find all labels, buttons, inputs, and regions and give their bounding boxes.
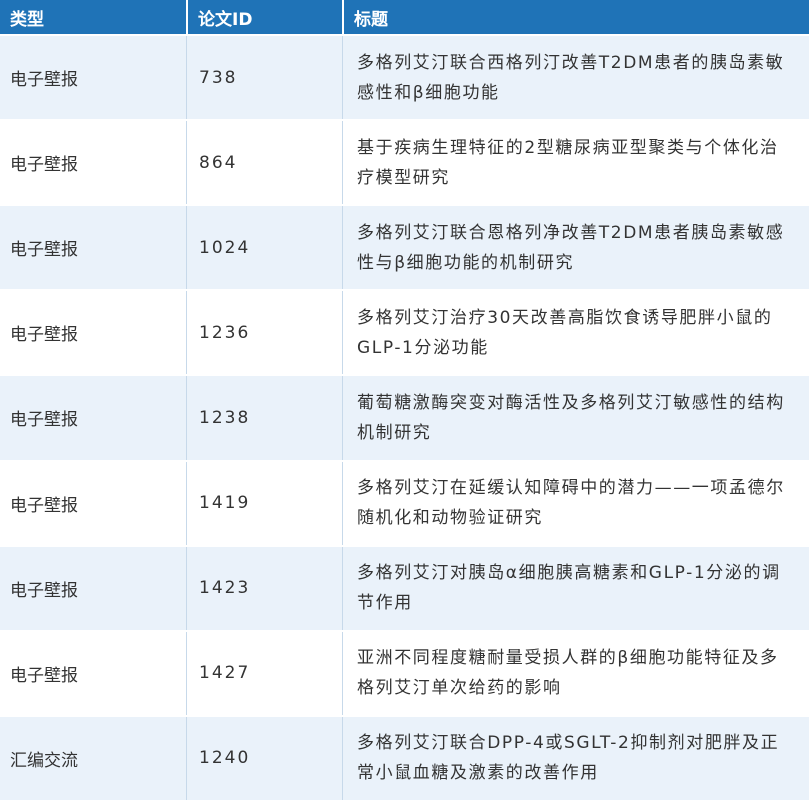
table-row: 电子壁报 1238 葡萄糖激酶突变对酶活性及多格列艾汀敏感性的结构机制研究 bbox=[0, 374, 809, 460]
table-row: 汇编交流 1240 多格列艾汀联合DPP-4或SGLT-2抑制剂对肥胖及正常小鼠… bbox=[0, 714, 809, 800]
cell-type: 电子壁报 bbox=[10, 155, 78, 176]
cell-type: 电子壁报 bbox=[10, 410, 78, 431]
cell-paper-id: 864 bbox=[186, 121, 342, 205]
cell-paper-id: 1240 bbox=[186, 716, 342, 800]
cell-title: 多格列艾汀治疗30天改善高脂饮食诱导肥胖小鼠的GLP-1分泌功能 bbox=[342, 291, 809, 375]
cell-title: 多格列艾汀联合恩格列净改善T2DM患者胰岛素敏感性与β细胞功能的机制研究 bbox=[342, 206, 809, 290]
header-paper-id: 论文ID bbox=[186, 0, 342, 34]
cell-title: 基于疾病生理特征的2型糖尿病亚型聚类与个体化治疗模型研究 bbox=[342, 121, 809, 205]
table-row: 电子壁报 1236 多格列艾汀治疗30天改善高脂饮食诱导肥胖小鼠的GLP-1分泌… bbox=[0, 289, 809, 375]
cell-type: 电子壁报 bbox=[10, 665, 78, 686]
cell-paper-id: 1423 bbox=[186, 546, 342, 630]
cell-type: 电子壁报 bbox=[10, 495, 78, 516]
table-row: 电子壁报 738 多格列艾汀联合西格列汀改善T2DM患者的胰岛素敏感性和β细胞功… bbox=[0, 34, 809, 120]
cell-type: 电子壁报 bbox=[10, 325, 78, 346]
table-row: 电子壁报 864 基于疾病生理特征的2型糖尿病亚型聚类与个体化治疗模型研究 bbox=[0, 119, 809, 205]
cell-title: 多格列艾汀联合西格列汀改善T2DM患者的胰岛素敏感性和β细胞功能 bbox=[342, 36, 809, 120]
cell-title: 亚洲不同程度糖耐量受损人群的β细胞功能特征及多格列艾汀单次给药的影响 bbox=[342, 631, 809, 715]
cell-paper-id: 738 bbox=[186, 36, 342, 120]
table-row: 电子壁报 1423 多格列艾汀对胰岛α细胞胰高糖素和GLP-1分泌的调节作用 bbox=[0, 544, 809, 630]
cell-paper-id: 1024 bbox=[186, 206, 342, 290]
cell-type: 电子壁报 bbox=[10, 70, 78, 91]
cell-paper-id: 1419 bbox=[186, 461, 342, 545]
table-row: 电子壁报 1419 多格列艾汀在延缓认知障碍中的潜力——一项孟德尔随机化和动物验… bbox=[0, 459, 809, 545]
cell-title: 多格列艾汀在延缓认知障碍中的潜力——一项孟德尔随机化和动物验证研究 bbox=[342, 461, 809, 545]
table-body: 电子壁报 738 多格列艾汀联合西格列汀改善T2DM患者的胰岛素敏感性和β细胞功… bbox=[0, 34, 809, 800]
cell-type: 电子壁报 bbox=[10, 580, 78, 601]
cell-title: 多格列艾汀联合DPP-4或SGLT-2抑制剂对肥胖及正常小鼠血糖及激素的改善作用 bbox=[342, 716, 809, 800]
cell-title: 葡萄糖激酶突变对酶活性及多格列艾汀敏感性的结构机制研究 bbox=[342, 376, 809, 460]
cell-title: 多格列艾汀对胰岛α细胞胰高糖素和GLP-1分泌的调节作用 bbox=[342, 546, 809, 630]
cell-paper-id: 1236 bbox=[186, 291, 342, 375]
cell-paper-id: 1238 bbox=[186, 376, 342, 460]
header-type: 类型 bbox=[10, 9, 44, 30]
header-title: 标题 bbox=[342, 0, 809, 34]
cell-type: 电子壁报 bbox=[10, 240, 78, 261]
table-header: 类型 论文ID 标题 bbox=[0, 0, 809, 34]
papers-table: 类型 论文ID 标题 电子壁报 738 多格列艾汀联合西格列汀改善T2DM患者的… bbox=[0, 0, 809, 800]
cell-type: 汇编交流 bbox=[10, 750, 78, 771]
table-row: 电子壁报 1427 亚洲不同程度糖耐量受损人群的β细胞功能特征及多格列艾汀单次给… bbox=[0, 629, 809, 715]
table-row: 电子壁报 1024 多格列艾汀联合恩格列净改善T2DM患者胰岛素敏感性与β细胞功… bbox=[0, 204, 809, 290]
cell-paper-id: 1427 bbox=[186, 631, 342, 715]
